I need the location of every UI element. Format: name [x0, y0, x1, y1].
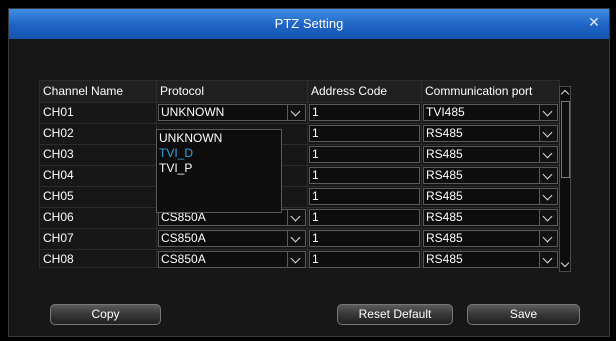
chevron-down-icon[interactable]	[287, 105, 305, 120]
channel-name-cell: CH05	[43, 189, 74, 203]
address-code-input[interactable]: 1	[309, 125, 420, 142]
channel-name-cell: CH01	[43, 105, 74, 119]
communication-port-select[interactable]: RS485	[423, 125, 558, 142]
communication-port-select[interactable]: RS485	[423, 251, 558, 268]
chevron-down-icon[interactable]	[539, 231, 557, 246]
chevron-down-icon[interactable]	[287, 252, 305, 267]
protocol-select[interactable]: CS850A	[158, 251, 306, 268]
communication-port-select[interactable]: RS485	[423, 230, 558, 247]
table-row: CH06 CS850A 1 RS485	[40, 207, 559, 228]
address-code-input[interactable]: 1	[309, 209, 420, 226]
address-code-input[interactable]: 1	[309, 230, 420, 247]
communication-port-select[interactable]: RS485	[423, 146, 558, 163]
address-code-input[interactable]: 1	[309, 146, 420, 163]
protocol-option[interactable]: TVI_D	[159, 146, 193, 161]
scroll-up-arrow-icon[interactable]	[560, 87, 570, 99]
table-header-row: Channel Name Protocol Address Code Commu…	[40, 81, 559, 102]
address-code-value: 1	[312, 210, 319, 224]
protocol-select[interactable]: UNKNOWN	[158, 104, 306, 121]
chevron-down-icon[interactable]	[539, 126, 557, 141]
communication-port-select[interactable]: TVI485	[423, 104, 558, 121]
communication-port-value: RS485	[426, 147, 463, 161]
scrollbar-thumb[interactable]	[561, 101, 570, 178]
reset-default-button[interactable]: Reset Default	[337, 304, 453, 325]
communication-port-value: RS485	[426, 231, 463, 245]
table-row: CH08 CS850A 1 RS485	[40, 249, 559, 270]
header-address-code: Address Code	[311, 84, 388, 98]
communication-port-select[interactable]: RS485	[423, 167, 558, 184]
chevron-down-icon[interactable]	[287, 210, 305, 225]
channel-name-cell: CH08	[43, 252, 74, 266]
table-row: CH05 1 RS485	[40, 186, 559, 207]
channel-name-cell: CH02	[43, 126, 74, 140]
save-button[interactable]: Save	[467, 304, 580, 325]
table-row: CH01 UNKNOWN 1 TVI485	[40, 102, 559, 123]
communication-port-value: RS485	[426, 252, 463, 266]
chevron-down-icon[interactable]	[287, 231, 305, 246]
chevron-down-icon[interactable]	[539, 210, 557, 225]
scroll-down-arrow-icon[interactable]	[560, 258, 570, 271]
chevron-down-icon[interactable]	[539, 252, 557, 267]
title-bar: PTZ Setting ✕	[9, 9, 609, 39]
protocol-dropdown-list: UNKNOWN TVI_D TVI_P	[156, 129, 282, 213]
address-code-input[interactable]: 1	[309, 104, 420, 121]
header-channel-name: Channel Name	[43, 84, 124, 98]
protocol-option[interactable]: UNKNOWN	[159, 131, 222, 146]
communication-port-select[interactable]: RS485	[423, 188, 558, 205]
communication-port-value: RS485	[426, 168, 463, 182]
chevron-down-icon[interactable]	[539, 147, 557, 162]
address-code-value: 1	[312, 126, 319, 140]
protocol-select[interactable]: CS850A	[158, 230, 306, 247]
table-row: CH03 1 RS485	[40, 144, 559, 165]
address-code-value: 1	[312, 189, 319, 203]
communication-port-value: RS485	[426, 210, 463, 224]
address-code-value: 1	[312, 231, 319, 245]
table-row: CH02 1 RS485	[40, 123, 559, 144]
protocol-value: CS850A	[161, 231, 206, 245]
channel-name-cell: CH07	[43, 231, 74, 245]
protocol-value: UNKNOWN	[161, 105, 225, 119]
ptz-channel-table: Channel Name Protocol Address Code Commu…	[39, 80, 560, 268]
chevron-down-icon[interactable]	[539, 168, 557, 183]
header-communication-port: Communication port	[425, 84, 533, 98]
address-code-input[interactable]: 1	[309, 188, 420, 205]
table-row: CH07 CS850A 1 RS485	[40, 228, 559, 249]
chevron-down-icon[interactable]	[539, 189, 557, 204]
communication-port-select[interactable]: RS485	[423, 209, 558, 226]
close-icon[interactable]: ✕	[585, 13, 603, 31]
communication-port-value: RS485	[426, 189, 463, 203]
channel-name-cell: CH03	[43, 147, 74, 161]
address-code-input[interactable]: 1	[309, 251, 420, 268]
address-code-value: 1	[312, 168, 319, 182]
dialog-title: PTZ Setting	[274, 16, 344, 31]
table-scrollbar[interactable]	[559, 86, 571, 272]
protocol-value: CS850A	[161, 252, 206, 266]
address-code-input[interactable]: 1	[309, 167, 420, 184]
communication-port-value: TVI485	[426, 105, 465, 119]
copy-button[interactable]: Copy	[50, 304, 161, 325]
table-row: CH04 1 RS485	[40, 165, 559, 186]
address-code-value: 1	[312, 105, 319, 119]
address-code-value: 1	[312, 252, 319, 266]
communication-port-value: RS485	[426, 126, 463, 140]
channel-name-cell: CH04	[43, 168, 74, 182]
protocol-option[interactable]: TVI_P	[159, 161, 192, 176]
address-code-value: 1	[312, 147, 319, 161]
header-protocol: Protocol	[160, 84, 205, 98]
chevron-down-icon[interactable]	[539, 105, 557, 120]
channel-name-cell: CH06	[43, 210, 74, 224]
